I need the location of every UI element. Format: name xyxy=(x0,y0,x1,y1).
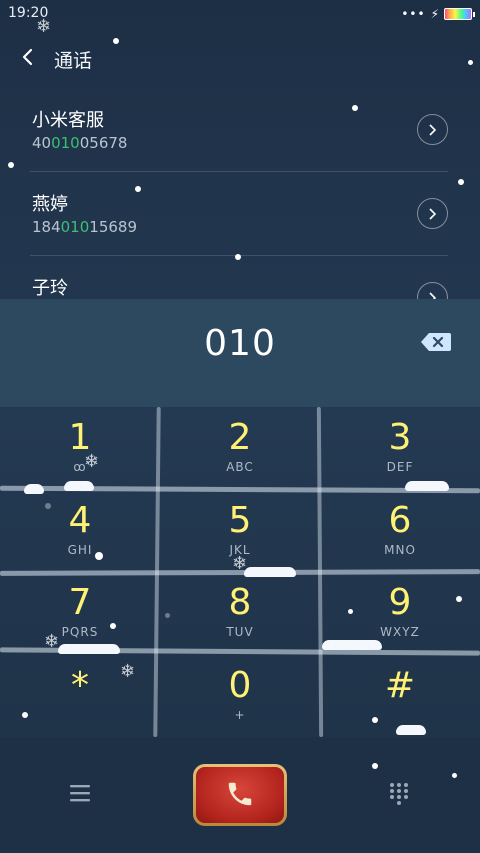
contact-name: 子玲 xyxy=(32,278,68,299)
contact-detail-button[interactable] xyxy=(417,198,448,229)
key-letters: TUV xyxy=(226,625,254,639)
key-letters: PQRS xyxy=(61,625,99,639)
key-letters: GHI xyxy=(67,542,93,557)
voicemail-icon: ꝏ xyxy=(73,460,87,474)
number-suffix: 05678 xyxy=(79,134,128,152)
battery-icon xyxy=(444,8,475,20)
dialer-screen: ❄ 19:20 ••• ⚡ 通话 小米客服 4001005678 燕婷 1840… xyxy=(0,0,480,853)
key-9[interactable]: 9 WXYZ xyxy=(320,572,480,655)
call-button-face xyxy=(196,767,284,823)
call-button[interactable] xyxy=(193,764,287,826)
key-digit: 9 xyxy=(388,582,412,623)
key-4[interactable]: 4 GHI xyxy=(0,490,160,573)
key-digit: 3 xyxy=(388,417,412,458)
number-suffix: 15689 xyxy=(89,218,137,236)
chevron-right-icon xyxy=(429,124,437,136)
contact-row[interactable]: 燕婷 18401015689 xyxy=(30,172,448,256)
contact-number: 18401015689 xyxy=(32,218,137,236)
number-match: 010 xyxy=(51,134,80,152)
chevron-right-icon xyxy=(429,208,437,220)
contact-row[interactable]: 小米客服 4001005678 xyxy=(30,88,448,172)
key-1[interactable]: 1 ꝏ xyxy=(0,407,160,490)
menu-icon[interactable] xyxy=(66,781,94,805)
key-letters: + xyxy=(234,707,246,722)
contact-name: 燕婷 xyxy=(32,194,68,215)
key-5[interactable]: 5 JKL xyxy=(160,490,320,573)
chevron-left-icon[interactable] xyxy=(18,44,40,70)
key-2[interactable]: 2 ABC xyxy=(160,407,320,490)
snow-dot xyxy=(372,763,378,769)
status-icons: ••• ⚡ xyxy=(401,7,475,21)
snow-dot xyxy=(452,773,457,778)
dial-input-bar: 010 xyxy=(0,299,480,407)
key-digit: 1 xyxy=(68,417,92,458)
header: 通话 xyxy=(0,36,480,80)
key-6[interactable]: 6 MNO xyxy=(320,490,480,573)
dial-input[interactable]: 010 xyxy=(0,323,480,364)
contact-detail-button[interactable] xyxy=(417,114,448,145)
charging-icon: ⚡ xyxy=(430,7,439,21)
key-star[interactable]: * xyxy=(0,655,160,738)
key-digit: 6 xyxy=(388,499,412,541)
page-title: 通话 xyxy=(54,50,93,72)
dial-keypad: ❄ ❄ ❄ ❄ 1 ꝏ 2 ABC 3 DEF 4 GHI 5 JKL 6 MN… xyxy=(0,406,480,738)
key-letters: JKL xyxy=(229,542,251,557)
phone-icon xyxy=(228,782,252,806)
key-letters: ABC xyxy=(226,460,254,474)
key-letters: WXYZ xyxy=(380,625,420,639)
key-digit: 2 xyxy=(228,417,252,458)
signal-dots-icon: ••• xyxy=(401,7,426,21)
number-prefix: 40 xyxy=(32,134,52,152)
status-bar: 19:20 ••• ⚡ xyxy=(0,0,480,28)
dialpad-icon[interactable] xyxy=(387,781,411,805)
key-digit: * xyxy=(71,664,89,706)
key-0[interactable]: 0 + xyxy=(160,655,320,738)
number-match: 010 xyxy=(60,218,90,236)
key-digit: 4 xyxy=(68,499,92,541)
number-prefix: 184 xyxy=(32,218,61,236)
key-digit: 0 xyxy=(228,664,252,706)
key-digit: 5 xyxy=(228,499,252,541)
key-letters: MNO xyxy=(384,542,416,557)
key-3[interactable]: 3 DEF xyxy=(320,407,480,490)
key-digit: # xyxy=(384,664,416,706)
key-hash[interactable]: # xyxy=(320,655,480,738)
contact-number: 4001005678 xyxy=(32,134,127,152)
key-8[interactable]: 8 TUV xyxy=(160,572,320,655)
backspace-icon[interactable] xyxy=(420,331,452,353)
status-time: 19:20 xyxy=(8,5,49,21)
key-7[interactable]: 7 PQRS xyxy=(0,572,160,655)
key-digit: 7 xyxy=(68,582,92,623)
bottom-action-bar xyxy=(0,737,480,853)
key-letters: DEF xyxy=(386,460,414,474)
key-digit: 8 xyxy=(228,582,252,623)
contact-name: 小米客服 xyxy=(32,110,104,131)
